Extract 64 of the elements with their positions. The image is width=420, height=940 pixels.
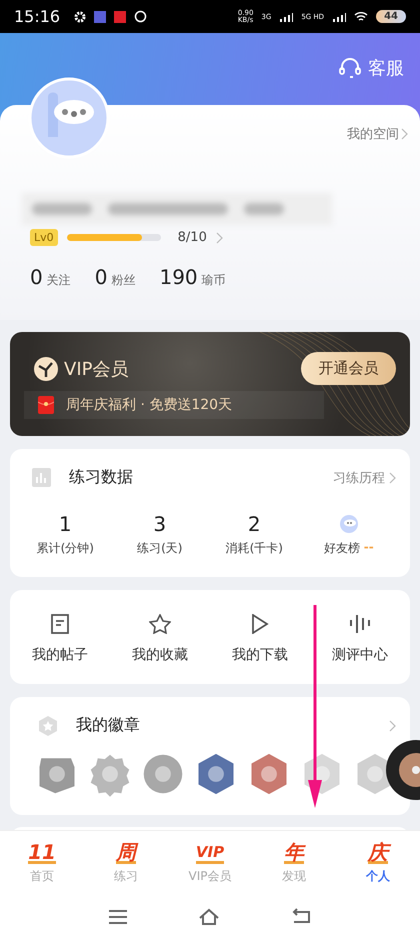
practice-history-link[interactable]: 习练历程 xyxy=(333,468,396,486)
home-icon[interactable] xyxy=(198,908,220,926)
stat-label: 消耗(千卡) xyxy=(226,540,283,557)
vip-title: VIP会员 xyxy=(64,358,128,380)
stat-label: 瑜币 xyxy=(202,272,226,289)
headset-icon xyxy=(338,56,362,80)
chevron-icon xyxy=(389,472,396,484)
stat-label: 关注 xyxy=(46,272,71,289)
stat-value: 0 xyxy=(30,265,43,289)
wifi-icon xyxy=(354,11,368,22)
card-title: 我的徽章 xyxy=(76,715,141,736)
document-icon xyxy=(50,614,70,634)
app-icon xyxy=(134,10,148,23)
promo-text: 周年庆福利 · 免费送120天 xyxy=(66,396,232,414)
battery-level: 44 xyxy=(376,10,406,23)
signal-icon xyxy=(279,12,294,22)
app-icon xyxy=(94,10,106,22)
card-title: 练习数据 xyxy=(69,467,134,488)
stat-value: 0 xyxy=(94,265,108,289)
signal-icon xyxy=(332,12,346,22)
vip-logo-icon xyxy=(34,356,58,380)
back-icon[interactable] xyxy=(290,908,312,926)
menu-icon[interactable] xyxy=(108,908,128,924)
tab-item[interactable]: 11 首页 xyxy=(0,831,84,893)
star-icon xyxy=(149,614,171,634)
stat-value: 2 xyxy=(248,512,261,536)
shortcut-button[interactable]: 测评中心 xyxy=(332,614,388,664)
shortcut-button[interactable]: 我的下载 xyxy=(232,614,288,664)
stat-value: 3 xyxy=(153,512,166,536)
ranking-value: -- xyxy=(364,540,374,556)
envelope-icon xyxy=(38,396,54,414)
tab-label: VIP会员 xyxy=(188,868,232,884)
level-progress-text: 8/10 xyxy=(178,230,207,245)
play-icon xyxy=(251,614,269,634)
promo-banner[interactable]: 周年庆福利 · 免费送120天 xyxy=(24,391,324,419)
stat-label: 练习(天) xyxy=(137,540,182,557)
settings-icon xyxy=(74,10,86,22)
tab-label: 练习 xyxy=(114,868,138,884)
tab-item[interactable]: 年 发现 xyxy=(252,831,336,893)
chevron-icon xyxy=(401,128,408,140)
shortcut-button[interactable]: 我的收藏 xyxy=(132,614,188,664)
ranking-label: 好友榜 xyxy=(324,540,360,557)
tab-label: 个人 xyxy=(366,868,390,884)
tab-item[interactable]: 庆 个人 xyxy=(336,831,420,893)
tab-item[interactable]: VIP VIP会员 xyxy=(168,831,252,893)
tab-label: 首页 xyxy=(30,868,54,884)
tab-item[interactable]: 周 练习 xyxy=(84,831,168,893)
shortcut-button[interactable]: 我的帖子 xyxy=(32,614,88,664)
chart-icon xyxy=(32,468,51,487)
my-space-link[interactable]: 我的空间 xyxy=(347,125,408,143)
customer-service-button[interactable]: 客服 xyxy=(338,53,404,83)
chevron-icon xyxy=(216,232,223,244)
stat-label: 累计(分钟) xyxy=(36,540,94,557)
tab-label: 发现 xyxy=(282,868,306,884)
badge-star-icon xyxy=(38,716,58,736)
chevron-icon xyxy=(389,720,396,732)
stat-label: 粉丝 xyxy=(111,272,136,289)
stat-value: 190 xyxy=(159,265,198,289)
level-badge: Lv0 xyxy=(30,229,58,246)
stat-value: 1 xyxy=(58,512,72,536)
status-time: 15:16 xyxy=(14,7,60,26)
equalizer-icon xyxy=(349,614,371,634)
open-membership-button[interactable]: 开通会员 xyxy=(301,352,396,385)
app-icon xyxy=(114,10,126,22)
